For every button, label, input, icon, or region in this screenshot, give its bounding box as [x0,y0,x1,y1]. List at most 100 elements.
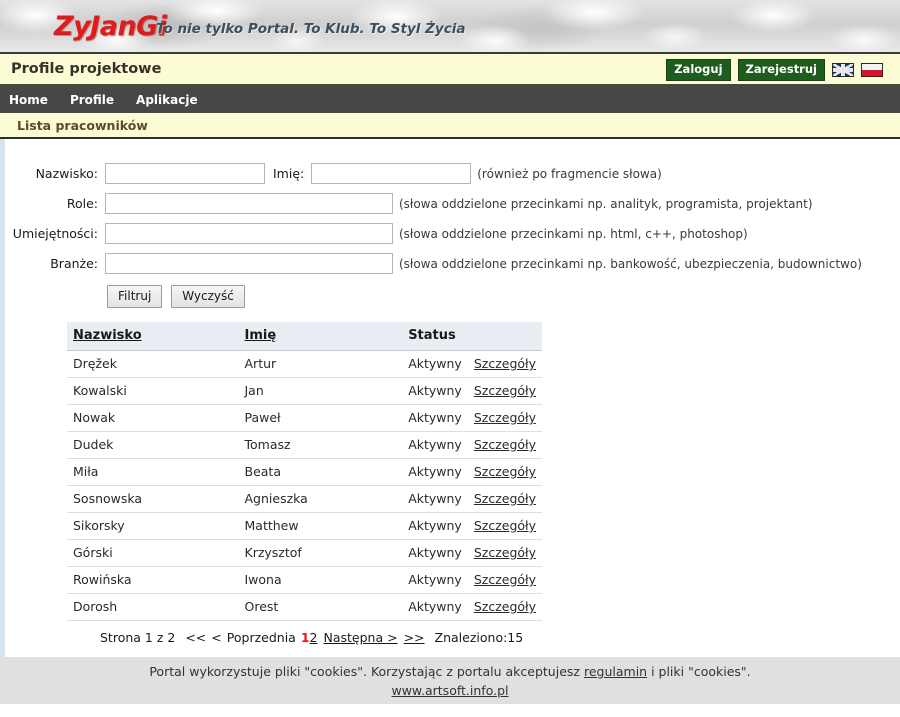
nazwisko-label: Nazwisko: [35,166,98,181]
table-row: Górski Krzysztof Aktywny Szczegóły [67,539,542,567]
filter-row-role: Role: (słowa oddzielone przecinkami np. … [5,193,900,214]
main-content: Nazwisko: Imię: (również po fragmencie s… [0,139,900,657]
cell-imie: Krzysztof [238,539,403,567]
filter-actions: Filtruj Wyczyść [107,285,900,308]
cell-status: Aktywny [402,350,468,378]
page-title-bar: Profile projektowe Zaloguj Zarejestruj [0,54,900,87]
header-actions [467,322,542,351]
cell-imie: Jan [238,377,403,405]
table-row: Kowalski Jan Aktywny Szczegóły [67,377,542,405]
table-row: Miła Beata Aktywny Szczegóły [67,458,542,486]
login-button[interactable]: Zaloguj [666,59,731,81]
header-imie: Imię [238,322,403,351]
table-row: Sikorsky Matthew Aktywny Szczegóły [67,512,542,540]
table-head: Nazwisko Imię Status [67,322,542,351]
footer-cookies-text-after: i pliki "cookies". [651,664,751,679]
site-footer: Portal wykorzystuje pliki "cookies". Kor… [0,657,900,704]
cell-status: Aktywny [402,593,468,621]
filter-row-skills: Umiejętności: (słowa oddzielone przecink… [5,223,900,244]
table-row: Sosnowska Agnieszka Aktywny Szczegóły [67,485,542,513]
details-link[interactable]: Szczegóły [474,491,536,506]
cell-status: Aktywny [402,566,468,594]
page-number-current: 1 [300,630,310,645]
employee-table-wrapper: Nazwisko Imię Status Dręžek Artur Aktywny S… [67,322,900,621]
header-nazwisko: Nazwisko [67,322,239,351]
cell-imie: Agnieszka [238,485,403,513]
uk-flag-icon[interactable] [832,62,854,77]
details-link[interactable]: Szczegóły [474,464,536,479]
cell-actions: Szczegóły [467,566,542,594]
cell-status: Aktywny [402,431,468,459]
cell-imie: Artur [238,350,403,378]
nazwisko-input[interactable] [105,163,265,184]
role-input[interactable] [105,193,393,214]
details-link[interactable]: Szczegóły [474,437,536,452]
filter-form: Nazwisko: Imię: (również po fragmencie s… [5,139,900,308]
pl-flag-icon[interactable] [861,62,883,77]
cell-nazwisko: Dudek [67,431,239,459]
cell-actions: Szczegóły [467,593,542,621]
page-number-2-link[interactable]: 2 [310,630,318,645]
filter-row-name: Nazwisko: Imię: (również po fragmencie s… [5,163,900,184]
role-label: Role: [66,196,98,211]
details-link[interactable]: Szczegóły [474,572,536,587]
details-link[interactable]: Szczegóły [474,410,536,425]
table-row: Dorosh Orest Aktywny Szczegóły [67,593,542,621]
section-title: Lista pracowników [17,118,148,133]
imie-label: Imię: [273,166,305,181]
table-row: Nowak Paweł Aktywny Szczegóły [67,404,542,432]
next-page-link[interactable]: Następna > [323,630,397,645]
table-body: Dręžek Artur Aktywny Szczegóły Kowalski Jan Ak… [67,350,542,621]
main-navigation: Home Profile Aplikacje [0,87,900,113]
site-tagline: To nie tylko Portal. To Klub. To Styl Ży… [156,21,466,37]
sort-imie-link[interactable]: Imię [245,328,277,343]
nav-item-home[interactable]: Home [9,93,48,107]
cell-imie: Paweł [238,404,403,432]
cell-actions: Szczegóły [467,458,542,486]
umiejetnosci-label: Umiejętności: [12,226,98,241]
imie-input[interactable] [311,163,472,184]
cell-status: Aktywny [402,458,468,486]
first-page-button: << [185,630,207,645]
details-link[interactable]: Szczegóły [474,356,536,371]
sort-nazwisko-link[interactable]: Nazwisko [73,328,142,343]
register-button[interactable]: Zarejestruj [737,59,825,81]
branze-label: Branże: [50,256,98,271]
cell-nazwisko: Dorosh [67,593,239,621]
umiejetnosci-input[interactable] [105,223,393,244]
pagination: Strona 1 z 2 << < Poprzednia 1 2 Następn… [100,630,900,645]
cell-nazwisko: Nowak [67,404,239,432]
cell-nazwisko: Rowińska [67,566,239,594]
auth-controls: Zaloguj Zarejestruj [666,59,883,81]
table-row: Dręžek Artur Aktywny Szczegóły [67,350,542,378]
cell-actions: Szczegóły [467,512,542,540]
details-link[interactable]: Szczegóły [474,599,536,614]
details-link[interactable]: Szczegóły [474,383,536,398]
table-header-row: Nazwisko Imię Status [67,322,542,351]
last-page-link[interactable]: >> [404,630,425,645]
branze-input[interactable] [105,253,393,274]
branze-hint: (słowa oddzielone przecinkami np. bankow… [399,256,862,271]
details-link[interactable]: Szczegóły [474,545,536,560]
nav-item-aplikacje[interactable]: Aplikacje [136,93,198,107]
clear-button[interactable]: Wyczyść [171,285,245,308]
cell-nazwisko: Sikorsky [67,512,239,540]
details-link[interactable]: Szczegóły [474,518,536,533]
cell-nazwisko: Kowalski [67,377,239,405]
site-logo[interactable]: ZyJanGi [54,11,167,42]
cell-status: Aktywny [402,485,468,513]
nav-item-profile[interactable]: Profile [70,93,114,107]
filter-button[interactable]: Filtruj [107,285,163,308]
cell-actions: Szczegóły [467,485,542,513]
header-status: Status [402,322,468,351]
umiejetnosci-hint: (słowa oddzielone przecinkami np. html, … [399,226,748,241]
site-url-link[interactable]: www.artsoft.info.pl [391,683,508,698]
terms-link[interactable]: regulamin [584,664,647,679]
cell-status: Aktywny [402,539,468,567]
cell-imie: Beata [238,458,403,486]
site-banner: ZyJanGi To nie tylko Portal. To Klub. To… [0,0,900,54]
cell-nazwisko: Górski [67,539,239,567]
cell-status: Aktywny [402,404,468,432]
table-row: Rowińska Iwona Aktywny Szczegóły [67,566,542,594]
prev-page-button: Poprzednia [226,630,296,645]
